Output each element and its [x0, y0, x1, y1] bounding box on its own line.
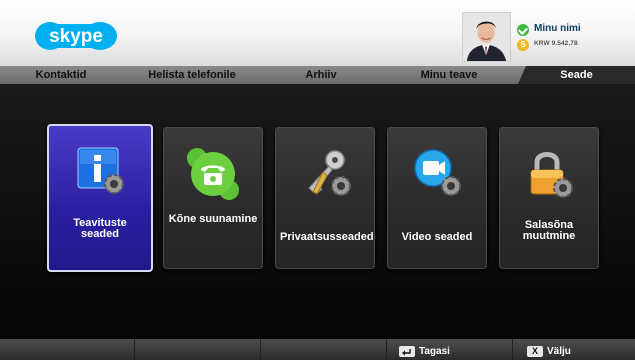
tile-notification-settings[interactable]: Teavituste seaded	[47, 124, 153, 272]
tab-call-phone[interactable]: Helista telefonile	[122, 66, 262, 84]
avatar[interactable]	[462, 12, 511, 62]
bottom-segment	[260, 339, 387, 360]
skype-credit-icon: S	[517, 39, 529, 51]
bottom-segment	[134, 339, 261, 360]
tab-history[interactable]: Arhiiv	[262, 66, 380, 84]
back-label: Tagasi	[419, 345, 450, 357]
tile-video-settings[interactable]: Video seaded	[387, 127, 487, 269]
skype-logo: skype	[35, 22, 117, 50]
exit-label: Välju	[547, 345, 571, 357]
return-arrow-icon	[402, 348, 411, 355]
credit-balance: KRW 9.542,78	[534, 40, 578, 47]
exit-button[interactable]: X Välju	[527, 344, 571, 358]
bottom-segment	[0, 339, 135, 360]
tab-my-info[interactable]: Minu teave	[380, 66, 518, 84]
keys-icon	[308, 150, 351, 196]
tile-label: Privaatsusseaded	[280, 231, 374, 243]
bottom-bar: Tagasi X Välju	[0, 339, 635, 360]
tile-label: Kõne suunamine	[168, 213, 258, 225]
tile-label: Video seaded	[401, 231, 473, 243]
tile-privacy-settings[interactable]: Privaatsusseaded	[275, 127, 375, 269]
padlock-icon	[530, 152, 573, 198]
tile-change-password[interactable]: Salasõna muutmine	[499, 127, 599, 269]
tab-settings[interactable]: Seade	[518, 66, 635, 84]
online-status-icon	[517, 24, 529, 36]
back-key-icon	[399, 345, 415, 357]
video-camera-icon	[414, 149, 461, 196]
skype-tv-app: skype Minu nimi S KRW 9.542,78 Kontaktid…	[0, 0, 635, 360]
settings-panel: Teavituste seaded Kõne suunamine Privaat…	[0, 84, 635, 339]
tile-label: Salasõna muutmine	[522, 219, 576, 242]
tile-call-forwarding[interactable]: Kõne suunamine	[163, 127, 263, 269]
tab-bar: Kontaktid Helista telefonile Arhiiv Minu…	[0, 66, 635, 84]
back-button[interactable]: Tagasi	[399, 344, 450, 358]
user-name: Minu nimi	[534, 23, 581, 34]
user-info: Minu nimi S KRW 9.542,78	[514, 18, 635, 62]
header-bar: skype Minu nimi S KRW 9.542,78	[0, 0, 635, 66]
logo-text: skype	[49, 26, 103, 47]
exit-key-icon: X	[527, 345, 543, 357]
user-photo	[463, 13, 510, 61]
notification-info-icon	[77, 147, 124, 194]
tab-contacts[interactable]: Kontaktid	[0, 66, 122, 84]
phone-icon	[187, 148, 239, 200]
tile-label: Teavituste seaded	[73, 217, 127, 240]
